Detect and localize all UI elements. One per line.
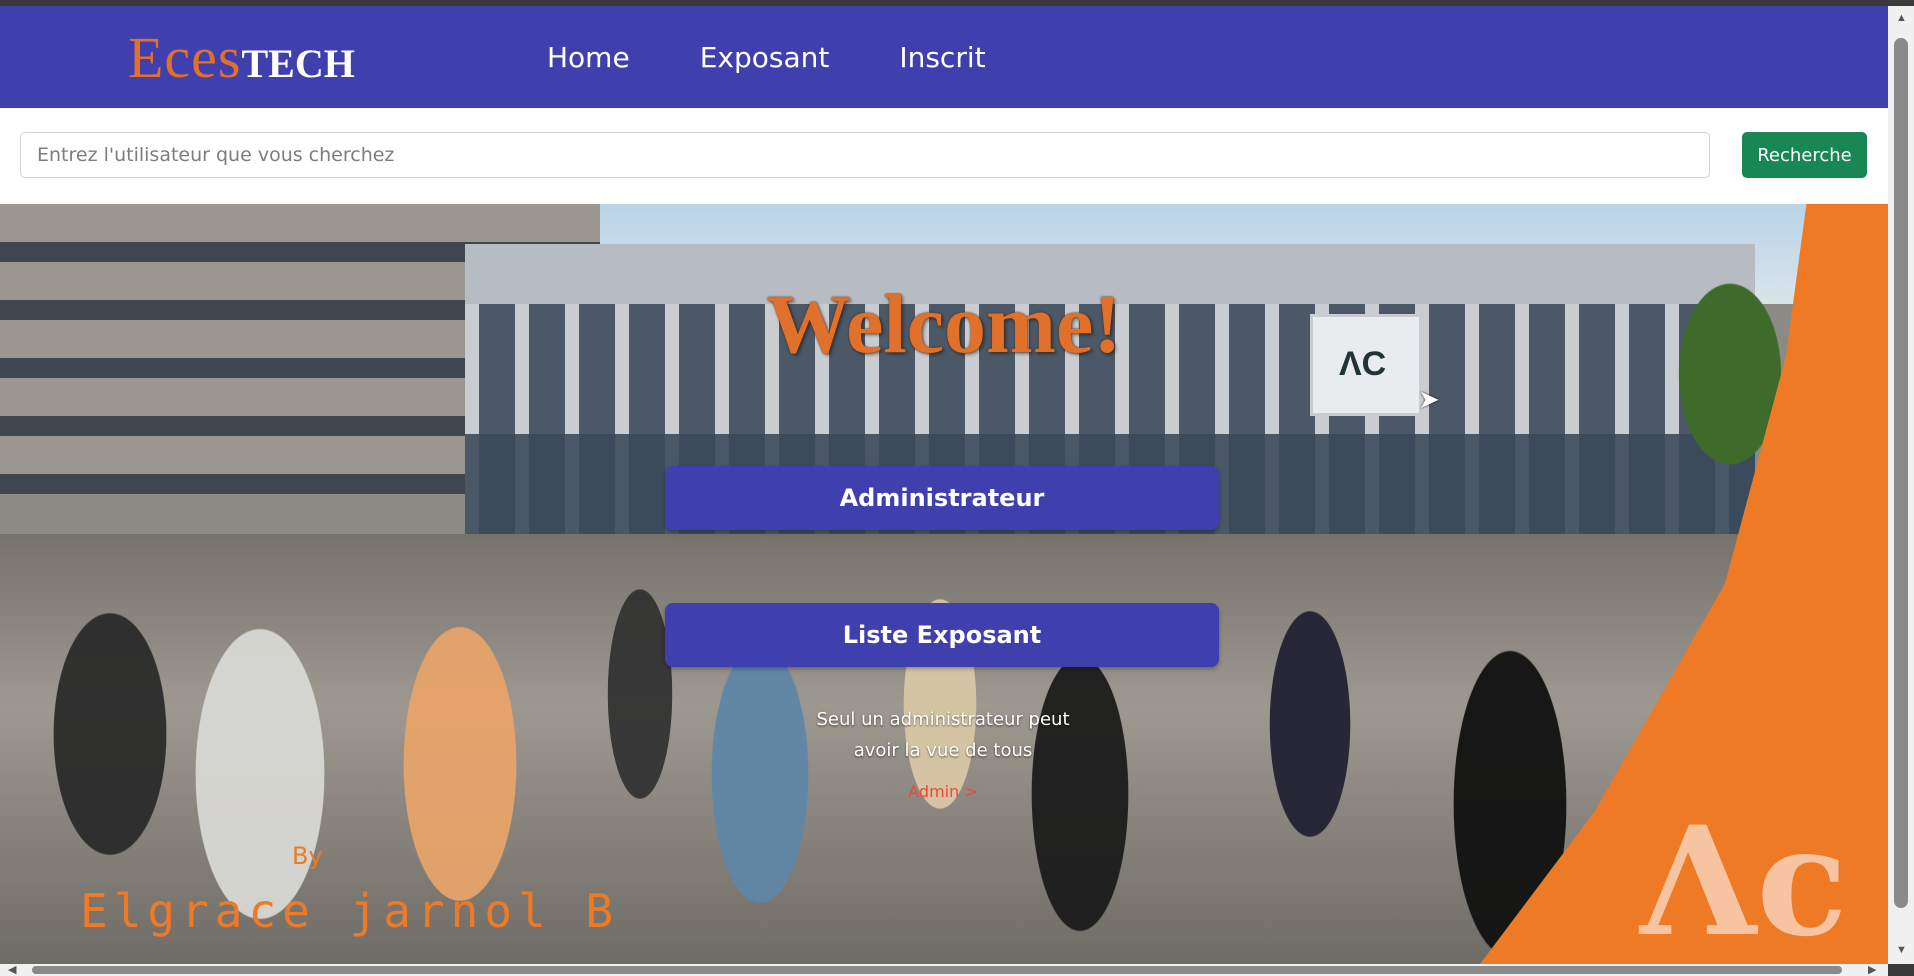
navbar: Eces TECH Home Exposant Inscrit — [0, 6, 1888, 108]
scroll-down-icon[interactable]: ▼ — [1896, 944, 1907, 956]
admin-link[interactable]: Admin > — [790, 782, 1096, 801]
university-logo-watermark: Λс — [1640, 794, 1848, 964]
brand-name-part2: TECH — [241, 41, 355, 86]
scroll-left-icon[interactable]: ◀ — [8, 963, 16, 976]
admin-note-line1: Seul un administrateur peut — [816, 709, 1070, 730]
brand-logo[interactable]: Eces TECH — [128, 24, 355, 91]
horizontal-scrollbar-thumb[interactable] — [32, 966, 1842, 974]
vertical-scrollbar-thumb[interactable] — [1894, 38, 1908, 908]
nav-link-home[interactable]: Home — [547, 41, 630, 74]
nav-links: Home Exposant Inscrit — [547, 6, 986, 108]
scroll-up-icon[interactable]: ▲ — [1896, 12, 1907, 24]
by-label: By — [292, 842, 323, 870]
hero-section: ΛC Λс Welcome! Administrateur Liste Expo… — [0, 204, 1888, 964]
liste-exposant-button[interactable]: Liste Exposant — [665, 603, 1219, 667]
admin-note: Seul un administrateur peut avoir la vue… — [790, 704, 1096, 766]
brand-name-part1: Eces — [128, 25, 242, 90]
search-bar: Recherche — [0, 108, 1888, 204]
scroll-right-icon[interactable]: ▶ — [1868, 963, 1876, 976]
vertical-scrollbar[interactable]: ▲ ▼ — [1888, 6, 1914, 964]
author-name: Elgrace jarnol B — [80, 884, 620, 938]
nav-link-exposant[interactable]: Exposant — [700, 41, 830, 74]
mouse-pointer-icon: ➤ — [1418, 384, 1440, 414]
welcome-title: Welcome! — [766, 278, 1122, 371]
search-input[interactable] — [20, 132, 1710, 178]
browser-viewport: Eces TECH Home Exposant Inscrit Recherch… — [0, 6, 1888, 964]
horizontal-scrollbar[interactable]: ◀ ▶ — [0, 964, 1888, 976]
administrateur-button[interactable]: Administrateur — [665, 466, 1219, 530]
nav-link-inscrit[interactable]: Inscrit — [899, 41, 985, 74]
search-button[interactable]: Recherche — [1742, 132, 1867, 178]
admin-note-line2: avoir la vue de tous — [853, 740, 1033, 761]
